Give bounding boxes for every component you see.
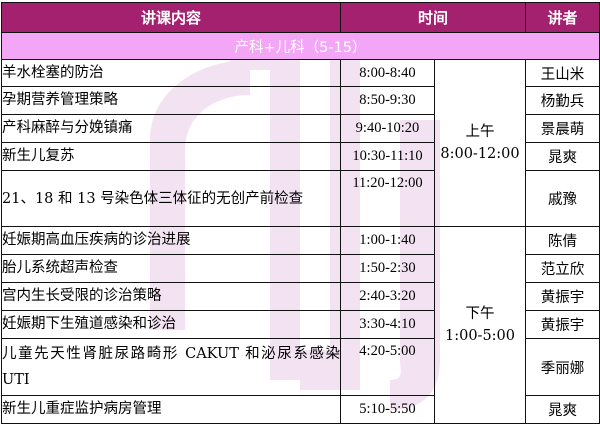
speaker-cell: 杨勤兵 [525, 86, 600, 115]
period-range: 8:00-12:00 [440, 146, 520, 162]
topic-cell: 儿童先天性肾脏尿路畸形 CAKUT 和泌尿系感染 UTI [1, 338, 341, 396]
schedule-table: 讲课内容 时间 讲者 产科+儿科（5-15） 羊水栓塞的防治 8:00-8:40… [0, 2, 600, 424]
time-cell: 2:40-3:20 [340, 282, 435, 311]
topic-cell: 产科麻醉与分娩镇痛 [1, 114, 341, 143]
speaker-cell: 晁爽 [525, 142, 600, 171]
speaker-cell: 戚豫 [525, 170, 600, 227]
time-cell: 9:40-10:20 [340, 114, 435, 143]
header-topic: 讲课内容 [1, 2, 341, 33]
period-label: 上午 [465, 124, 495, 140]
topic-cell: 胎儿系统超声检查 [1, 254, 341, 283]
section-row: 产科+儿科（5-15） [0, 32, 600, 60]
table-row: 羊水栓塞的防治 8:00-8:40 上午 8:00-12:00 王山米 [1, 59, 600, 227]
header-row: 讲课内容 时间 讲者 [1, 2, 600, 33]
time-cell: 5:10-5:50 [340, 395, 435, 424]
topic-cell: 宫内生长受限的诊治策略 [1, 282, 341, 311]
time-cell: 3:30-4:10 [340, 310, 435, 339]
speaker-cell: 黄振宇 [525, 282, 600, 311]
speaker-cell: 季丽娜 [525, 338, 600, 396]
period-morning: 上午 8:00-12:00 [433, 59, 527, 227]
speaker-cell: 陈倩 [525, 226, 600, 255]
time-cell: 1:00-1:40 [340, 226, 435, 255]
time-cell: 8:00-8:40 [340, 59, 435, 87]
topic-cell: 新生儿复苏 [1, 142, 341, 171]
topic-cell: 新生儿重症监护病房管理 [1, 395, 341, 424]
section-title: 产科+儿科（5-15） [0, 32, 600, 60]
topic-cell: 21、18 和 13 号染色体三体征的无创产前检查 [1, 170, 341, 227]
speaker-cell: 景晨萌 [525, 114, 600, 143]
time-cell: 4:20-5:00 [340, 338, 435, 396]
period-label: 下午 [465, 306, 495, 322]
time-cell: 8:50-9:30 [340, 86, 435, 115]
period-range: 1:00-5:00 [444, 328, 516, 344]
topic-cell: 妊娠期高血压疾病的诊治进展 [1, 226, 341, 255]
topic-cell: 妊娠期下生殖道感染和诊治 [1, 310, 341, 339]
header-time: 时间 [339, 2, 527, 33]
speaker-cell: 黄振宇 [525, 310, 600, 339]
table-row: 妊娠期高血压疾病的诊治进展 1:00-1:40 下午 1:00-5:00 陈倩 [1, 226, 600, 424]
time-cell: 11:20-12:00 [340, 170, 435, 227]
speaker-cell: 晁爽 [525, 395, 600, 424]
speaker-cell: 范立欣 [525, 254, 600, 283]
time-cell: 10:30-11:10 [340, 142, 435, 171]
header-speaker: 讲者 [525, 2, 600, 33]
speaker-cell: 王山米 [525, 59, 600, 87]
topic-cell: 羊水栓塞的防治 [1, 59, 341, 87]
period-afternoon: 下午 1:00-5:00 [433, 226, 527, 424]
topic-cell: 孕期营养管理策略 [1, 86, 341, 115]
time-cell: 1:50-2:30 [340, 254, 435, 283]
